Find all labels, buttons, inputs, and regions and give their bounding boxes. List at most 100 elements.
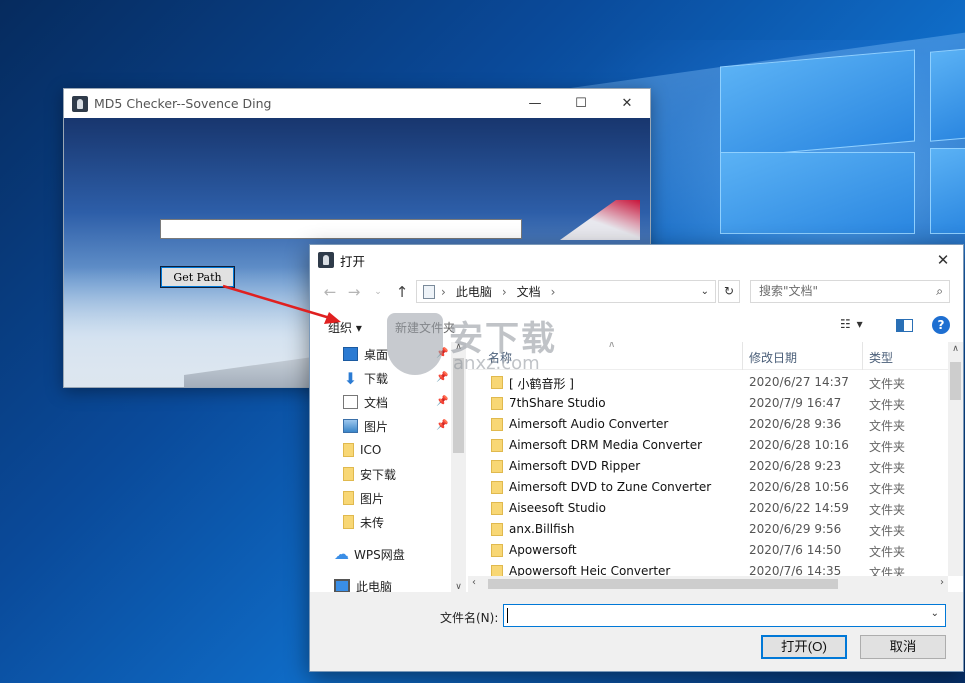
nav-item-label: 未传: [360, 515, 385, 530]
column-type[interactable]: 类型: [869, 349, 893, 366]
organize-menu[interactable]: 组织 ▾: [328, 319, 362, 336]
nav-item-downloads[interactable]: ⬇ 下载: [343, 367, 388, 389]
up-arrow-icon[interactable]: ↑: [390, 283, 414, 301]
nav-item-desktop[interactable]: 桌面: [343, 343, 388, 365]
nav-item-documents[interactable]: 文档: [343, 391, 388, 413]
file-name: anx.Billfish: [509, 522, 575, 536]
document-icon: [343, 395, 358, 409]
file-type: 文件夹: [869, 566, 906, 576]
folder-icon: [491, 460, 503, 473]
folder-icon: [343, 515, 354, 529]
file-row[interactable]: Aiseesoft Studio 2020/6/22 14:59 文件夹: [468, 498, 948, 519]
text-caret: [507, 608, 508, 623]
view-options-icon[interactable]: ☷ ▾: [840, 317, 864, 331]
search-input[interactable]: 搜索"文档" ⌕: [750, 280, 950, 303]
nav-item-wps-cloud[interactable]: ☁ WPS网盘: [334, 543, 405, 565]
search-icon: ⌕: [936, 284, 943, 298]
md5-titlebar[interactable]: MD5 Checker--Sovence Ding — ☐ ✕: [64, 89, 650, 118]
path-input[interactable]: [160, 219, 522, 239]
chevron-down-icon[interactable]: ⌄: [931, 608, 939, 619]
scroll-right-icon[interactable]: ›: [940, 577, 944, 588]
computer-icon: [334, 579, 350, 593]
refresh-button[interactable]: ↻: [718, 280, 740, 303]
list-horizontal-scrollbar[interactable]: ‹ ›: [468, 576, 948, 592]
file-row[interactable]: Aimersoft Audio Converter 2020/6/28 9:36 文…: [468, 414, 948, 435]
watermark-domain: anxz.com: [453, 353, 540, 374]
forward-arrow-icon[interactable]: →: [342, 283, 366, 301]
nav-item-label: 文档: [364, 395, 389, 410]
shield-icon: [387, 313, 443, 375]
preview-pane-icon[interactable]: [896, 319, 913, 332]
scroll-down-icon[interactable]: ∨: [451, 582, 466, 592]
filename-input[interactable]: ⌄: [503, 604, 946, 627]
close-button[interactable]: ✕: [604, 89, 650, 118]
file-date: 2020/6/28 9:36: [749, 417, 842, 431]
dialog-titlebar[interactable]: 打开 ✕: [310, 245, 963, 275]
windows-logo-pane-1: [720, 49, 915, 159]
help-icon[interactable]: ?: [932, 316, 950, 334]
file-name: Aiseesoft Studio: [509, 501, 606, 515]
cancel-button[interactable]: 取消: [860, 635, 946, 659]
folder-icon: [491, 439, 503, 452]
folder-icon: [491, 565, 503, 576]
dialog-footer: 文件名(N): ⌄ 打开(O) 取消: [310, 592, 963, 671]
folder-icon: [343, 467, 354, 481]
recent-dropdown-icon[interactable]: ⌄: [366, 287, 390, 297]
file-row[interactable]: 7thShare Studio 2020/7/9 16:47 文件夹: [468, 393, 948, 414]
nav-item-label: WPS网盘: [354, 547, 405, 562]
file-type: 文件夹: [869, 524, 906, 538]
sort-up-icon: ∧: [608, 342, 616, 350]
nav-item-pictures-folder[interactable]: 图片: [343, 487, 384, 509]
file-date: 2020/6/27 14:37: [749, 375, 849, 389]
nav-item-pictures[interactable]: 图片: [343, 415, 388, 437]
breadcrumb-documents[interactable]: 文档: [517, 283, 541, 300]
file-row[interactable]: Aimersoft DVD Ripper 2020/6/28 9:23 文件夹: [468, 456, 948, 477]
file-date: 2020/6/22 14:59: [749, 501, 849, 515]
file-date: 2020/6/29 9:56: [749, 522, 842, 536]
back-arrow-icon[interactable]: ←: [318, 283, 342, 301]
nav-item-anxiazai[interactable]: 安下载: [343, 463, 396, 485]
address-bar[interactable]: › 此电脑 › 文档 › ⌄: [416, 280, 716, 303]
chevron-down-icon[interactable]: ⌄: [701, 286, 709, 297]
scroll-up-icon[interactable]: ∧: [948, 344, 963, 354]
open-file-dialog: 打开 ✕ ← → ⌄ ↑ › 此电脑 › 文档 › ⌄ ↻ 搜索"文档" ⌕ 组…: [309, 244, 964, 672]
nav-item-ico[interactable]: ICO: [343, 439, 381, 461]
minimize-button[interactable]: —: [512, 89, 558, 118]
file-date: 2020/6/28 10:16: [749, 438, 849, 452]
windows-logo-pane-4: [930, 148, 965, 234]
file-row[interactable]: Aimersoft DRM Media Converter 2020/6/28 1…: [468, 435, 948, 456]
get-path-button[interactable]: Get Path: [160, 266, 235, 288]
cloud-icon: ☁: [334, 545, 349, 563]
column-date[interactable]: 修改日期: [749, 349, 797, 366]
windows-logo-pane-2: [930, 48, 965, 142]
nav-item-label: 下载: [364, 371, 389, 386]
breadcrumb-separator-icon[interactable]: ›: [551, 285, 556, 299]
file-row[interactable]: Apowersoft 2020/7/6 14:50 文件夹: [468, 540, 948, 561]
breadcrumb-separator-icon[interactable]: ›: [441, 285, 446, 299]
file-row[interactable]: Apowersoft Heic Converter 2020/7/6 14:35 文…: [468, 561, 948, 576]
nav-item-weichuan[interactable]: 未传: [343, 511, 384, 533]
scroll-left-icon[interactable]: ‹: [472, 577, 476, 588]
file-type: 文件夹: [869, 545, 906, 559]
nav-item-label: 图片: [364, 419, 389, 434]
scroll-thumb[interactable]: [488, 579, 838, 589]
maximize-button[interactable]: ☐: [558, 89, 604, 118]
file-date: 2020/6/28 9:23: [749, 459, 842, 473]
scroll-thumb[interactable]: [950, 362, 961, 400]
picture-icon: [343, 419, 358, 433]
file-date: 2020/7/9 16:47: [749, 396, 842, 410]
breadcrumb-this-pc[interactable]: 此电脑: [456, 283, 492, 300]
address-row: ← → ⌄ ↑ › 此电脑 › 文档 › ⌄ ↻ 搜索"文档" ⌕: [310, 278, 963, 306]
list-vertical-scrollbar[interactable]: ∧: [948, 342, 963, 576]
open-button[interactable]: 打开(O): [761, 635, 847, 659]
file-name: Apowersoft: [509, 543, 577, 557]
file-row[interactable]: anx.Billfish 2020/6/29 9:56 文件夹: [468, 519, 948, 540]
folder-icon: [491, 523, 503, 536]
dialog-close-button[interactable]: ✕: [923, 251, 963, 269]
breadcrumb-separator-icon[interactable]: ›: [502, 285, 507, 299]
file-row[interactable]: Aimersoft DVD to Zune Converter 2020/6/28…: [468, 477, 948, 498]
watermark-logo: 安下载 anxz.com: [387, 311, 597, 381]
nav-item-label: 桌面: [364, 347, 389, 362]
pin-icon: 📌: [436, 420, 449, 431]
dialog-app-icon: [318, 252, 334, 268]
